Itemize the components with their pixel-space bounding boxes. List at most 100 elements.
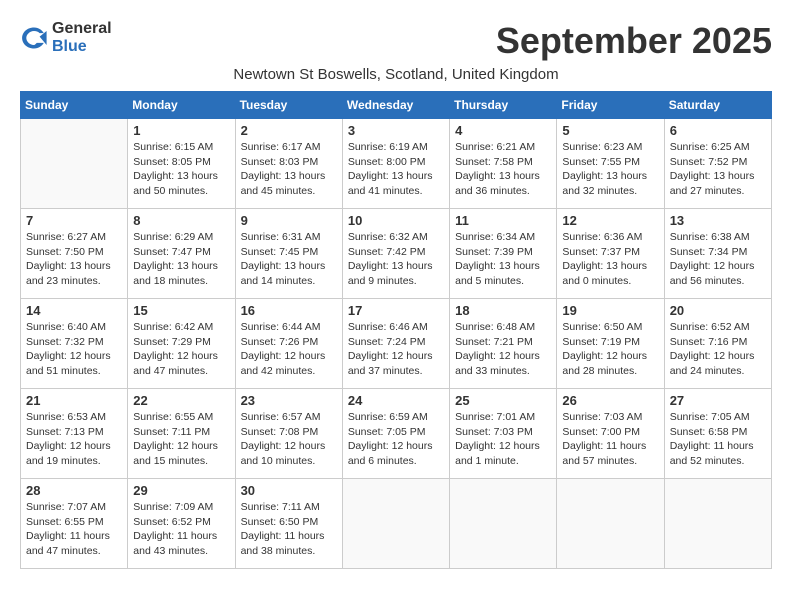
day-number: 20: [670, 303, 766, 318]
logo-text: General Blue: [52, 20, 112, 56]
column-header-wednesday: Wednesday: [342, 92, 449, 119]
day-number: 27: [670, 393, 766, 408]
logo-blue: Blue: [52, 38, 112, 56]
calendar-cell: 17 Sunrise: 6:46 AM Sunset: 7:24 PM Dayli…: [342, 299, 449, 389]
day-info: Sunrise: 6:42 AM Sunset: 7:29 PM Dayligh…: [133, 320, 229, 379]
column-header-monday: Monday: [128, 92, 235, 119]
day-number: 15: [133, 303, 229, 318]
column-header-tuesday: Tuesday: [235, 92, 342, 119]
calendar-cell: 27 Sunrise: 7:05 AM Sunset: 6:58 PM Dayli…: [664, 389, 771, 479]
calendar-cell: [557, 479, 664, 569]
calendar-cell: 12 Sunrise: 6:36 AM Sunset: 7:37 PM Dayli…: [557, 209, 664, 299]
calendar-cell: 22Sunrise: 6:55 AM Sunset: 7:11 PM Dayli…: [128, 389, 235, 479]
day-info: Sunrise: 6:52 AM Sunset: 7:16 PM Dayligh…: [670, 320, 766, 379]
column-header-saturday: Saturday: [664, 92, 771, 119]
day-number: 16: [241, 303, 337, 318]
calendar-cell: 4 Sunrise: 6:21 AM Sunset: 7:58 PM Daylig…: [450, 119, 557, 209]
day-number: 23: [241, 393, 337, 408]
page-header: General Blue September 2025: [20, 20, 772, 62]
calendar-cell: 9Sunrise: 6:31 AM Sunset: 7:45 PM Daylig…: [235, 209, 342, 299]
logo-general: General: [52, 20, 112, 38]
day-info: Sunrise: 7:07 AM Sunset: 6:55 PM Dayligh…: [26, 500, 122, 559]
day-number: 30: [241, 483, 337, 498]
calendar-cell: 21 Sunrise: 6:53 AM Sunset: 7:13 PM Dayli…: [21, 389, 128, 479]
calendar-cell: [450, 479, 557, 569]
calendar-cell: 29 Sunrise: 7:09 AM Sunset: 6:52 PM Dayli…: [128, 479, 235, 569]
day-number: 4: [455, 123, 551, 138]
day-number: 10: [348, 213, 444, 228]
day-number: 8: [133, 213, 229, 228]
calendar-cell: 20 Sunrise: 6:52 AM Sunset: 7:16 PM Dayli…: [664, 299, 771, 389]
calendar-cell: 11 Sunrise: 6:34 AM Sunset: 7:39 PM Dayli…: [450, 209, 557, 299]
calendar-cell: 23 Sunrise: 6:57 AM Sunset: 7:08 PM Dayli…: [235, 389, 342, 479]
calendar-cell: 13 Sunrise: 6:38 AM Sunset: 7:34 PM Dayli…: [664, 209, 771, 299]
day-info: Sunrise: 6:23 AM Sunset: 7:55 PM Dayligh…: [562, 140, 658, 199]
calendar-cell: 5 Sunrise: 6:23 AM Sunset: 7:55 PM Daylig…: [557, 119, 664, 209]
day-info: Sunrise: 6:19 AM Sunset: 8:00 PM Dayligh…: [348, 140, 444, 199]
day-number: 26: [562, 393, 658, 408]
day-number: 21: [26, 393, 122, 408]
day-number: 9: [241, 213, 337, 228]
calendar-cell: 8 Sunrise: 6:29 AM Sunset: 7:47 PM Daylig…: [128, 209, 235, 299]
column-header-friday: Friday: [557, 92, 664, 119]
calendar-cell: 14 Sunrise: 6:40 AM Sunset: 7:32 PM Dayli…: [21, 299, 128, 389]
day-number: 18: [455, 303, 551, 318]
calendar-header-row: SundayMondayTuesdayWednesdayThursdayFrid…: [21, 92, 772, 119]
day-number: 13: [670, 213, 766, 228]
calendar-subtitle: Newtown St Boswells, Scotland, United Ki…: [20, 66, 772, 83]
day-info: Sunrise: 6:15 AM Sunset: 8:05 PM Dayligh…: [133, 140, 229, 199]
day-number: 5: [562, 123, 658, 138]
day-info: Sunrise: 6:48 AM Sunset: 7:21 PM Dayligh…: [455, 320, 551, 379]
calendar-cell: 28Sunrise: 7:07 AM Sunset: 6:55 PM Dayli…: [21, 479, 128, 569]
calendar-cell: 30 Sunrise: 7:11 AM Sunset: 6:50 PM Dayli…: [235, 479, 342, 569]
calendar-cell: 7Sunrise: 6:27 AM Sunset: 7:50 PM Daylig…: [21, 209, 128, 299]
calendar-table: SundayMondayTuesdayWednesdayThursdayFrid…: [20, 91, 772, 569]
day-info: Sunrise: 7:11 AM Sunset: 6:50 PM Dayligh…: [241, 500, 337, 559]
calendar-cell: [664, 479, 771, 569]
day-info: Sunrise: 6:38 AM Sunset: 7:34 PM Dayligh…: [670, 230, 766, 289]
calendar-cell: 25 Sunrise: 7:01 AM Sunset: 7:03 PM Dayli…: [450, 389, 557, 479]
column-header-sunday: Sunday: [21, 92, 128, 119]
day-number: 6: [670, 123, 766, 138]
day-info: Sunrise: 6:25 AM Sunset: 7:52 PM Dayligh…: [670, 140, 766, 199]
day-info: Sunrise: 6:59 AM Sunset: 7:05 PM Dayligh…: [348, 410, 444, 469]
day-number: 22: [133, 393, 229, 408]
calendar-cell: 1 Sunrise: 6:15 AM Sunset: 8:05 PM Daylig…: [128, 119, 235, 209]
calendar-week-row: 21 Sunrise: 6:53 AM Sunset: 7:13 PM Dayli…: [21, 389, 772, 479]
day-number: 24: [348, 393, 444, 408]
day-number: 17: [348, 303, 444, 318]
day-info: Sunrise: 6:34 AM Sunset: 7:39 PM Dayligh…: [455, 230, 551, 289]
day-info: Sunrise: 6:50 AM Sunset: 7:19 PM Dayligh…: [562, 320, 658, 379]
day-info: Sunrise: 7:01 AM Sunset: 7:03 PM Dayligh…: [455, 410, 551, 469]
day-number: 1: [133, 123, 229, 138]
day-info: Sunrise: 6:36 AM Sunset: 7:37 PM Dayligh…: [562, 230, 658, 289]
day-info: Sunrise: 6:32 AM Sunset: 7:42 PM Dayligh…: [348, 230, 444, 289]
calendar-week-row: 7Sunrise: 6:27 AM Sunset: 7:50 PM Daylig…: [21, 209, 772, 299]
month-title: September 2025: [496, 20, 772, 62]
day-number: 11: [455, 213, 551, 228]
day-info: Sunrise: 6:53 AM Sunset: 7:13 PM Dayligh…: [26, 410, 122, 469]
logo: General Blue: [20, 20, 112, 56]
day-number: 25: [455, 393, 551, 408]
day-info: Sunrise: 6:29 AM Sunset: 7:47 PM Dayligh…: [133, 230, 229, 289]
calendar-cell: 3 Sunrise: 6:19 AM Sunset: 8:00 PM Daylig…: [342, 119, 449, 209]
calendar-cell: 2Sunrise: 6:17 AM Sunset: 8:03 PM Daylig…: [235, 119, 342, 209]
calendar-cell: [342, 479, 449, 569]
day-info: Sunrise: 6:44 AM Sunset: 7:26 PM Dayligh…: [241, 320, 337, 379]
day-number: 3: [348, 123, 444, 138]
day-info: Sunrise: 6:57 AM Sunset: 7:08 PM Dayligh…: [241, 410, 337, 469]
day-number: 14: [26, 303, 122, 318]
logo-icon: [20, 24, 48, 52]
day-info: Sunrise: 6:21 AM Sunset: 7:58 PM Dayligh…: [455, 140, 551, 199]
day-info: Sunrise: 7:05 AM Sunset: 6:58 PM Dayligh…: [670, 410, 766, 469]
calendar-week-row: 1 Sunrise: 6:15 AM Sunset: 8:05 PM Daylig…: [21, 119, 772, 209]
day-info: Sunrise: 7:09 AM Sunset: 6:52 PM Dayligh…: [133, 500, 229, 559]
day-number: 29: [133, 483, 229, 498]
day-info: Sunrise: 6:40 AM Sunset: 7:32 PM Dayligh…: [26, 320, 122, 379]
calendar-cell: [21, 119, 128, 209]
calendar-cell: 26Sunrise: 7:03 AM Sunset: 7:00 PM Dayli…: [557, 389, 664, 479]
calendar-cell: 15 Sunrise: 6:42 AM Sunset: 7:29 PM Dayli…: [128, 299, 235, 389]
calendar-cell: 6 Sunrise: 6:25 AM Sunset: 7:52 PM Daylig…: [664, 119, 771, 209]
day-number: 12: [562, 213, 658, 228]
day-info: Sunrise: 6:46 AM Sunset: 7:24 PM Dayligh…: [348, 320, 444, 379]
